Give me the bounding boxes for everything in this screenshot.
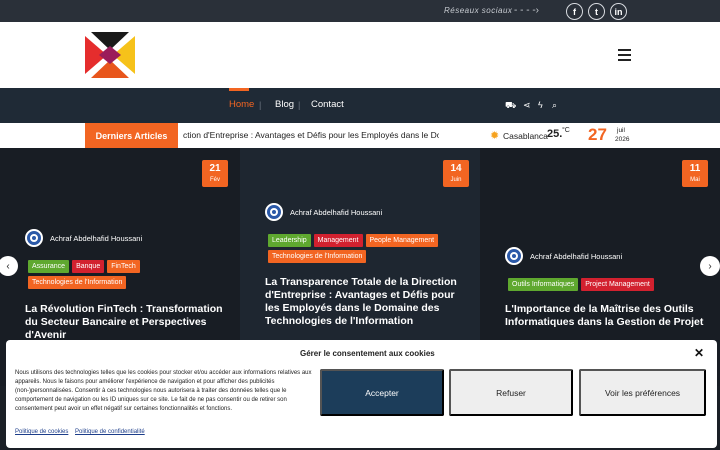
lightning-icon[interactable]: ϟ xyxy=(538,100,543,110)
article-author[interactable]: Achraf Abdelhafid Houssani xyxy=(505,247,622,265)
ticker-headline[interactable]: ction d'Entreprise : Avantages et Défis … xyxy=(183,130,439,140)
date-day: 21 xyxy=(209,163,221,174)
latest-articles-ticker: Derniers Articles ction d'Entreprise : A… xyxy=(0,123,720,148)
author-name: Achraf Abdelhafid Houssani xyxy=(530,251,623,261)
close-icon[interactable]: ✕ xyxy=(694,346,704,360)
date-month: Mai xyxy=(690,177,700,183)
linkedin-icon[interactable]: in xyxy=(610,3,627,20)
date-month: Fév xyxy=(209,177,220,183)
weather-city: Casablanca xyxy=(503,131,548,141)
hamburger-menu-icon[interactable] xyxy=(618,49,632,61)
nav-separator: | xyxy=(298,100,301,110)
date-month: Juin xyxy=(450,177,462,183)
tag[interactable]: FinTech xyxy=(107,260,140,273)
tag-list: Outils Informatiques Project Management xyxy=(508,278,708,291)
preferences-button[interactable]: Voir les préférences xyxy=(579,369,706,416)
cookie-policy-link[interactable]: Politique de cookies xyxy=(15,429,68,435)
avatar xyxy=(265,203,283,221)
avatar xyxy=(505,247,523,265)
slider-next-button[interactable]: › xyxy=(700,256,720,276)
site-header xyxy=(0,22,720,88)
tag-list: Assurance Banque FinTech Technologies de… xyxy=(28,260,228,289)
tag[interactable]: Project Management xyxy=(581,278,654,291)
sun-icon: ✹ xyxy=(490,130,500,142)
nav-blog[interactable]: Blog xyxy=(275,99,294,110)
article-title[interactable]: La Transparence Totale de la Direction d… xyxy=(265,276,465,328)
nav-home[interactable]: Home xyxy=(229,99,254,110)
cookie-description: Nous utilisons des technologies telles q… xyxy=(15,370,312,412)
date-badge: 11 Mai xyxy=(682,160,708,187)
today-month: juil xyxy=(617,127,625,134)
avatar xyxy=(25,229,43,247)
tag[interactable]: Outils Informatiques xyxy=(508,278,579,291)
tag[interactable]: Technologies de l'Information xyxy=(28,276,127,289)
cart-icon[interactable]: ⛟ xyxy=(505,100,516,112)
facebook-icon[interactable]: f xyxy=(566,3,583,20)
dashed-arrow-icon: - - - -› xyxy=(514,5,539,16)
tag[interactable]: Technologies de l'Information xyxy=(268,250,367,263)
weather-temp: 25. xyxy=(547,128,563,140)
share-icon[interactable]: ⋖ xyxy=(523,100,531,111)
author-name: Achraf Abdelhafid Houssani xyxy=(50,233,143,243)
nav-separator: | xyxy=(259,100,262,110)
social-label: Réseaux sociaux xyxy=(444,6,513,15)
article-author[interactable]: Achraf Abdelhafid Houssani xyxy=(265,203,382,221)
accept-button[interactable]: Accepter xyxy=(320,369,444,416)
active-indicator xyxy=(229,88,249,91)
tag[interactable]: Banque xyxy=(72,260,105,273)
date-day: 11 xyxy=(689,163,701,174)
tag-list: Leadership Management People Management … xyxy=(268,234,468,263)
article-title[interactable]: L'Importance de la Maîtrise des Outils I… xyxy=(505,303,705,329)
tag[interactable]: Leadership xyxy=(268,234,311,247)
tag[interactable]: People Management xyxy=(365,234,439,247)
date-day: 14 xyxy=(450,163,462,174)
cookie-consent-dialog: Gérer le consentement aux cookies ✕ Nous… xyxy=(6,340,717,448)
refuse-button[interactable]: Refuser xyxy=(449,369,573,416)
tag[interactable]: Management xyxy=(313,234,363,247)
date-badge: 21 Fév xyxy=(202,160,228,187)
article-author[interactable]: Achraf Abdelhafid Houssani xyxy=(25,229,142,247)
twitter-icon[interactable]: t xyxy=(588,3,605,20)
weather-unit: °C xyxy=(562,127,570,134)
site-logo[interactable] xyxy=(85,32,135,78)
date-badge: 14 Juin xyxy=(443,160,469,187)
chevron-right-icon: › xyxy=(708,260,712,272)
nav-contact[interactable]: Contact xyxy=(311,99,344,110)
ticker-label: Derniers Articles xyxy=(85,123,178,148)
main-navigation: Home | Blog | Contact ⛟ ⋖ ϟ ⌕ xyxy=(0,88,720,123)
tag[interactable]: Assurance xyxy=(28,260,70,273)
today-day: 27 xyxy=(588,125,607,144)
article-title[interactable]: La Révolution FinTech : Transformation d… xyxy=(25,303,225,342)
top-bar: Réseaux sociaux - - - -› f t in xyxy=(0,0,720,22)
search-icon[interactable]: ⌕ xyxy=(552,100,557,111)
author-name: Achraf Abdelhafid Houssani xyxy=(290,207,383,217)
logo-icon xyxy=(85,32,135,78)
today-year: 2026 xyxy=(615,136,630,143)
privacy-policy-link[interactable]: Politique de confidentialité xyxy=(75,429,145,435)
chevron-left-icon: ‹ xyxy=(6,260,10,272)
cookie-title: Gérer le consentement aux cookies xyxy=(300,349,435,358)
